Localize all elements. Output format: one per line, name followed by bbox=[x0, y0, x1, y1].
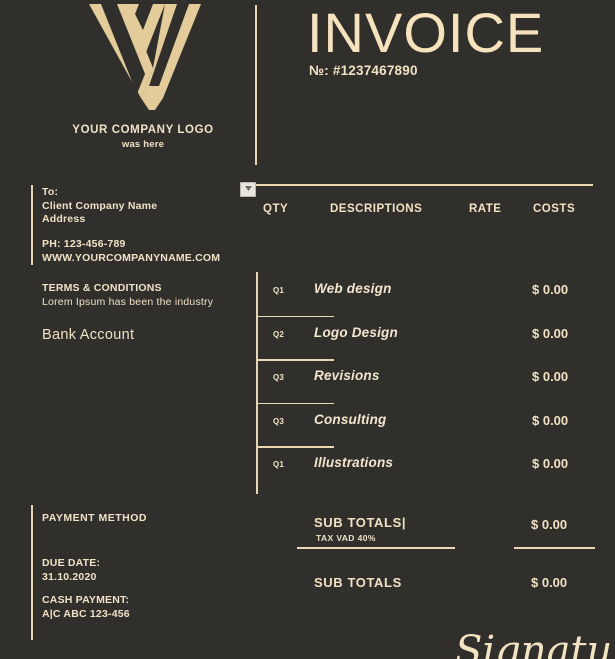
cash-payment-block: CASH PAYMENT: A|C ABC 123-456 bbox=[42, 594, 130, 621]
bill-to-label: To: bbox=[42, 186, 59, 198]
payment-method-heading: PAYMENT METHOD bbox=[42, 512, 148, 524]
table-header-qty: QTY bbox=[263, 203, 289, 215]
left-accent-rule-bottom bbox=[31, 505, 33, 640]
row-qty: Q3 bbox=[273, 373, 285, 382]
table-resize-handle[interactable] bbox=[240, 182, 256, 197]
nested-v-monogram-icon bbox=[89, 4, 201, 110]
bank-account-heading: Bank Account bbox=[42, 327, 135, 343]
row-qty: Q2 bbox=[273, 329, 285, 339]
invoice-number: №: #1237467890 bbox=[309, 63, 418, 78]
due-date-block: DUE DATE: 31.10.2020 bbox=[42, 557, 100, 584]
bill-to-company: Client Company Name bbox=[42, 199, 158, 212]
signature: Signature bbox=[455, 628, 615, 659]
company-logo-block: YOUR COMPANY LOGO was here bbox=[58, 2, 228, 150]
total-amount: $ 0.00 bbox=[531, 575, 568, 590]
total-label: SUB TOTALS bbox=[314, 575, 402, 590]
table-row[interactable]: Q2 Logo Design $ 0.00 bbox=[256, 315, 596, 360]
table-header-costs: COSTS bbox=[533, 203, 576, 215]
row-cost: $ 0.00 bbox=[532, 412, 569, 428]
row-qty: Q3 bbox=[273, 416, 285, 426]
company-logo-name: YOUR COMPANY LOGO bbox=[72, 124, 214, 136]
terms-and-conditions-block: TERMS & CONDITIONS Lorem Ipsum has been … bbox=[42, 282, 213, 309]
due-date-label: DUE DATE: bbox=[42, 557, 101, 569]
tax-label: TAX VAD 40% bbox=[316, 533, 376, 543]
row-separator bbox=[256, 315, 334, 317]
bill-to-address: Address bbox=[42, 213, 86, 225]
subtotal-rule-right bbox=[514, 547, 595, 549]
cash-payment-label: CASH PAYMENT: bbox=[42, 594, 130, 606]
row-cost: $ 0.00 bbox=[532, 325, 569, 341]
table-row[interactable]: Q3 Consulting $ 0.00 bbox=[256, 402, 596, 447]
row-description: Web design bbox=[314, 281, 392, 296]
subtotal-rule-left bbox=[297, 547, 455, 549]
row-cost: $ 0.00 bbox=[532, 456, 569, 471]
row-description: Logo Design bbox=[314, 324, 398, 340]
cash-payment-value: A|C ABC 123-456 bbox=[42, 607, 130, 620]
table-header-descriptions: DESCRIPTIONS bbox=[330, 203, 423, 215]
page-title: INVOICE bbox=[307, 1, 545, 64]
subtotal-label[interactable]: SUB TOTALS| bbox=[314, 515, 406, 530]
invoice-document: YOUR COMPANY LOGO was here INVOICE №: #1… bbox=[0, 0, 615, 659]
due-date-value: 31.10.2020 bbox=[42, 570, 97, 583]
subtotal-amount: $ 0.00 bbox=[531, 517, 568, 532]
row-separator bbox=[256, 402, 334, 404]
bill-to-block: To: Client Company Name Address bbox=[42, 186, 157, 227]
table-row[interactable]: Q1 Illustrations $ 0.00 bbox=[256, 446, 596, 490]
row-qty: Q1 bbox=[273, 460, 285, 469]
row-description: Illustrations bbox=[314, 455, 394, 470]
table-row[interactable]: Q1 Web design $ 0.00 bbox=[256, 272, 596, 316]
table-header-rate: RATE bbox=[469, 203, 502, 215]
terms-body: Lorem Ipsum has been the industry bbox=[42, 295, 214, 308]
company-logo-tagline: was here bbox=[121, 139, 165, 150]
row-separator bbox=[256, 446, 334, 448]
row-cost: $ 0.00 bbox=[532, 282, 569, 297]
terms-heading: TERMS & CONDITIONS bbox=[42, 282, 162, 294]
row-cost: $ 0.00 bbox=[532, 369, 569, 384]
row-description: Consulting bbox=[314, 411, 387, 427]
left-accent-rule-top bbox=[31, 185, 33, 265]
table-top-rule bbox=[255, 184, 593, 186]
row-qty: Q1 bbox=[273, 286, 285, 295]
row-description: Revisions bbox=[314, 368, 380, 383]
contact-website[interactable]: WWW.YOURCOMPANYNAME.COM bbox=[42, 252, 220, 266]
contact-phone: PH: 123-456-789 bbox=[42, 238, 126, 250]
table-row[interactable]: Q3 Revisions $ 0.00 bbox=[256, 359, 596, 403]
contact-block: PH: 123-456-789 WWW.YOURCOMPANYNAME.COM bbox=[42, 238, 220, 265]
row-separator bbox=[256, 359, 334, 361]
chevron-down-icon bbox=[244, 186, 252, 191]
header-vertical-divider bbox=[255, 5, 257, 165]
